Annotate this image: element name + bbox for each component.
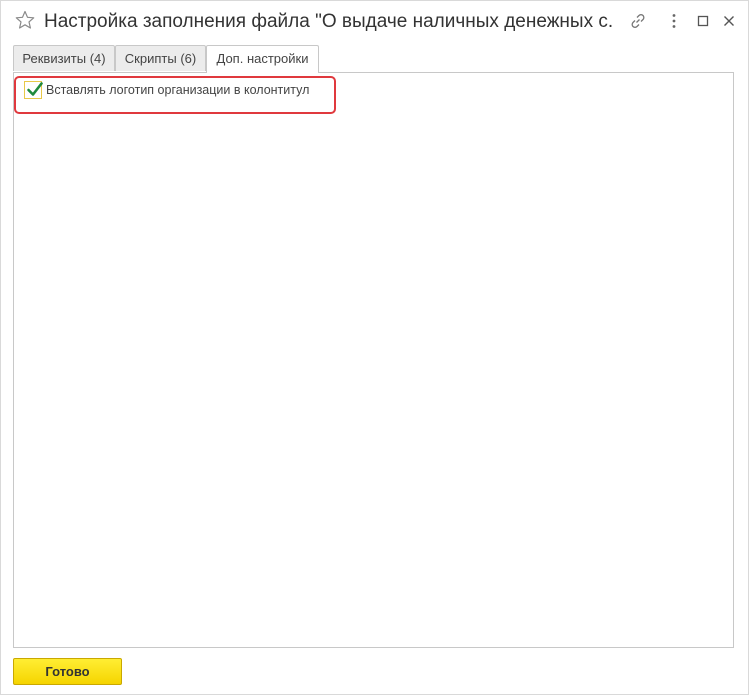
tab-panel: Вставлять логотип организации в колонтит… [13,72,734,648]
maximize-icon[interactable] [694,12,712,30]
checkmark-icon [27,82,43,96]
ok-button[interactable]: Готово [13,658,122,685]
tab-rekvizity[interactable]: Реквизиты (4) [13,45,115,71]
star-icon[interactable] [15,10,35,30]
link-icon[interactable] [629,12,647,30]
insert-logo-label[interactable]: Вставлять логотип организации в колонтит… [46,83,309,97]
tab-dop-nastroyki[interactable]: Доп. настройки [206,45,319,73]
insert-logo-checkbox[interactable] [24,81,43,99]
dialog-window: Настройка заполнения файла "О выдаче нал… [0,0,749,695]
close-icon[interactable] [720,12,738,30]
more-vertical-icon[interactable] [665,12,683,30]
window-title: Настройка заполнения файла "О выдаче нал… [44,11,614,32]
title-bar: Настройка заполнения файла "О выдаче нал… [1,1,748,43]
tab-skripty[interactable]: Скрипты (6) [115,45,206,71]
